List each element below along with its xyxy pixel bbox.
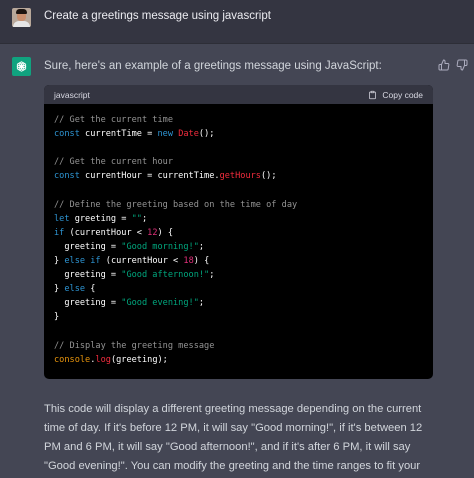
code-token: } <box>54 312 60 323</box>
code-token: 12 <box>147 227 158 238</box>
code-token: (currentHour < <box>100 255 184 266</box>
code-token: else <box>64 255 86 266</box>
code-token: getHours <box>219 171 261 182</box>
code-token: "Good evening!" <box>121 298 199 309</box>
code-token: "Good morning!" <box>121 241 199 252</box>
code-content[interactable]: // Get the current time const currentTime… <box>44 104 433 376</box>
code-token: currentHour = currentTime. <box>79 171 220 182</box>
code-line: // Display the greeting message <box>54 339 423 353</box>
user-avatar <box>12 8 31 27</box>
code-token: "" <box>131 213 142 224</box>
user-message-text: Create a greetings message using javascr… <box>44 10 271 22</box>
code-token: (); <box>198 129 215 140</box>
code-token: (greeting); <box>110 354 168 365</box>
code-line: let greeting = ""; <box>54 212 423 226</box>
code-token: let <box>54 213 70 224</box>
code-token: currentTime = <box>79 129 158 140</box>
code-line: greeting = "Good morning!"; <box>54 240 423 254</box>
clipboard-icon <box>369 90 377 99</box>
code-token: ; <box>198 241 205 252</box>
code-token: greeting = <box>54 241 122 252</box>
copy-code-button[interactable]: Copy code <box>368 90 423 100</box>
code-token: Date <box>178 129 199 140</box>
user-message-row: Create a greetings message using javascr… <box>0 0 474 44</box>
code-line: } else { <box>54 282 423 296</box>
code-line: const currentHour = currentTime.getHours… <box>54 169 423 183</box>
code-token: // Display the greeting message <box>54 340 215 351</box>
code-token: console <box>54 354 91 365</box>
code-token: const <box>54 129 80 140</box>
code-token: else <box>64 284 86 295</box>
code-line: if (currentHour < 12) { <box>54 226 423 240</box>
code-token: ; <box>198 298 205 309</box>
code-token: { <box>85 284 96 295</box>
code-token: ) { <box>193 255 210 266</box>
code-token: // Define the greeting based on the time… <box>54 199 298 210</box>
code-token: new <box>157 129 174 140</box>
code-token: ; <box>141 213 148 224</box>
code-header: javascript Copy code <box>44 85 433 104</box>
code-line: // Get the current time <box>54 113 423 127</box>
openai-logo-icon <box>12 57 31 76</box>
code-token: } <box>54 255 65 266</box>
assistant-intro-text: Sure, here's an example of a greetings m… <box>44 60 382 72</box>
code-token: "Good afternoon!" <box>121 270 210 281</box>
code-token: if <box>54 227 65 238</box>
code-token: // Get the current hour <box>54 157 173 168</box>
code-token: (); <box>260 171 277 182</box>
assistant-explanation-text: This code will display a different greet… <box>44 403 423 472</box>
code-token: (currentHour < <box>64 227 148 238</box>
code-line: // Get the current hour <box>54 155 423 169</box>
code-line: greeting = "Good evening!"; <box>54 296 423 310</box>
code-token: ; <box>209 270 215 281</box>
code-line: } else if (currentHour < 18) { <box>54 254 423 268</box>
code-line: } <box>54 310 423 324</box>
copy-code-label: Copy code <box>382 89 423 100</box>
code-token: // Get the current time <box>54 115 173 125</box>
code-token: greeting = <box>54 298 122 309</box>
code-language-label: javascript <box>54 89 90 100</box>
code-line: greeting = "Good afternoon!"; <box>54 268 423 282</box>
thumbs-up-icon[interactable] <box>438 58 450 71</box>
code-line: console.log(greeting); <box>54 353 423 367</box>
code-block: javascript Copy code // Get the current … <box>44 85 433 379</box>
code-token: 18 <box>183 255 194 266</box>
code-line: // Define the greeting based on the time… <box>54 198 423 212</box>
code-token: } <box>54 284 65 295</box>
code-token: greeting = <box>54 270 122 281</box>
code-token: ) { <box>157 227 174 238</box>
code-token: greeting = <box>69 213 132 224</box>
thumbs-down-icon[interactable] <box>456 58 468 71</box>
code-token: const <box>54 171 80 182</box>
code-line: const currentTime = new Date(); <box>54 127 423 141</box>
code-token: log <box>95 354 111 365</box>
code-token: if <box>90 255 101 266</box>
